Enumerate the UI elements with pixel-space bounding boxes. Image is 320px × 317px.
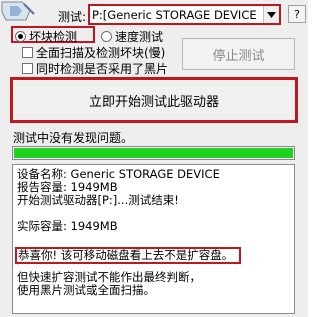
radio-bad-block-label: 坏块检测 (29, 30, 78, 44)
drive-label: 测试: (58, 10, 87, 24)
checkbox-icon[interactable] (22, 63, 33, 74)
dropdown-arrow-icon[interactable] (263, 6, 279, 23)
checkbox-icon[interactable] (22, 47, 33, 58)
drive-select-value: P:[Generic STORAGE DEVICE (92, 7, 257, 22)
radio-selected-icon[interactable] (15, 31, 26, 42)
radio-unselected-icon[interactable] (101, 31, 112, 42)
start-test-button[interactable]: 立即开始测试此驱动器 (10, 77, 298, 123)
checkbox-black-chip-label: 同时检测是否采用了黑片 (36, 62, 169, 76)
help-button[interactable]: ? (288, 5, 306, 23)
radio-bad-block[interactable]: 坏块检测 (15, 28, 77, 45)
status-text: 测试中没有发现问题。 (13, 131, 134, 145)
drive-select[interactable]: P:[Generic STORAGE DEVICE (88, 4, 281, 25)
log-line-actual: 实际容量: 1949MB (17, 219, 118, 233)
checkbox-black-chip[interactable]: 同时检测是否采用了黑片 (22, 60, 168, 77)
checkbox-full-scan-label: 全面扫描及检测坏块(慢) (36, 46, 166, 60)
stop-test-button[interactable]: 停止测试 (182, 38, 295, 70)
radio-speed-test-label: 速度测试 (115, 30, 164, 44)
result-log[interactable]: 设备名称: Generic STORAGE DEVICE 报告容量: 1949M… (12, 164, 295, 314)
progress-bar (12, 146, 295, 160)
app-logo-icon (1, 1, 35, 21)
log-line-congrats: 恭喜你! 该可移动磁盘看上去不是扩容盘。 (15, 247, 242, 264)
checkbox-full-scan[interactable]: 全面扫描及检测坏块(慢) (22, 44, 165, 61)
log-line-note2: 使用黑片测试或全面扫描。 (17, 283, 155, 297)
radio-speed-test[interactable]: 速度测试 (101, 28, 163, 45)
app-window: 测试: P:[Generic STORAGE DEVICE ? 坏块检测 速度测… (0, 0, 308, 317)
log-line-test: 开始测试驱动器[P:]...测试结束! (17, 193, 179, 207)
progress-fill (14, 148, 293, 158)
